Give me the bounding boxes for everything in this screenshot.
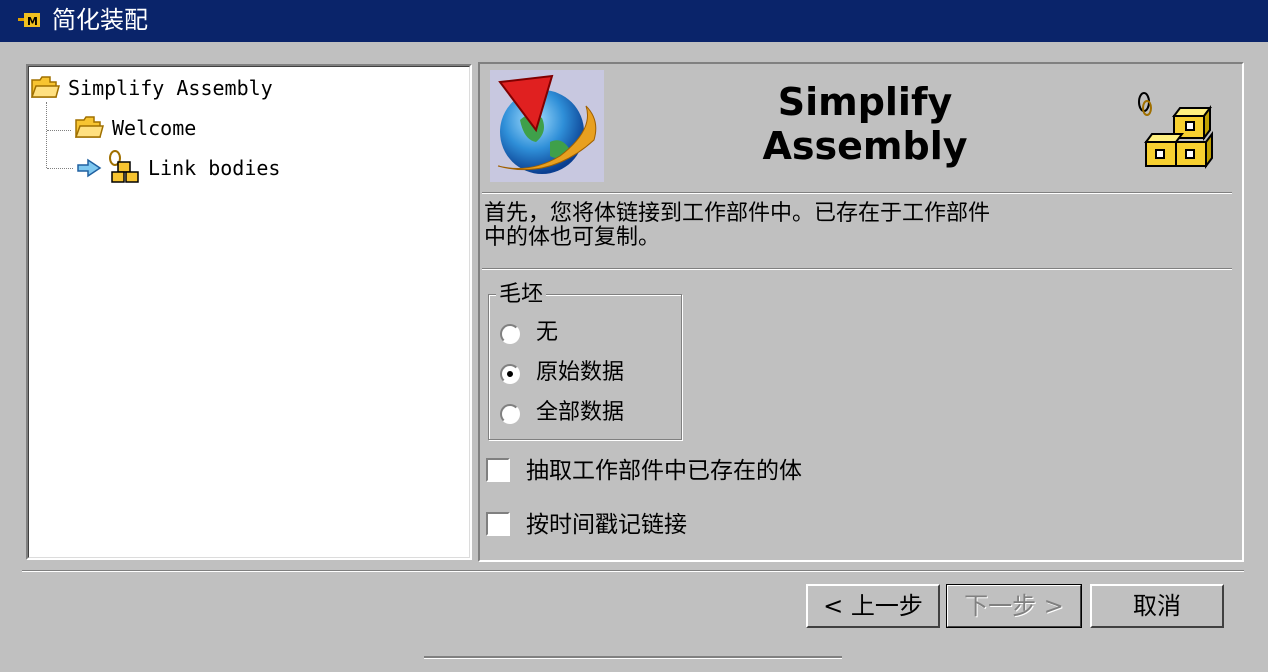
page-title: Simplify Assembly [700, 80, 1030, 168]
nx-app-icon[interactable]: M [18, 9, 42, 31]
tree-item-link-bodies[interactable]: Link bodies [148, 156, 280, 180]
tree-connector [47, 130, 71, 131]
svg-text:M: M [27, 15, 38, 28]
checkbox-label: 抽取工作部件中已存在的体 [526, 458, 802, 484]
tree-connector [46, 102, 47, 168]
folder-open-icon [74, 116, 104, 138]
radio-selected-dot [507, 371, 513, 377]
page-title-line2: Assembly [762, 124, 968, 168]
arrow-right-icon [77, 158, 102, 178]
description-text: 首先，您将体链接到工作部件中。已存在于工作部件 中的体也可复制。 [484, 202, 1134, 250]
nx-globe-logo [490, 70, 604, 182]
radio-button[interactable] [500, 364, 520, 384]
radio-button[interactable] [500, 404, 520, 424]
footer-separator [22, 570, 1244, 572]
radio-label: 全部数据 [536, 400, 625, 425]
assembly-blocks-icon [1138, 92, 1213, 169]
timestamp-link-checkbox[interactable] [486, 512, 510, 536]
tree-item-simplify-assembly[interactable]: Simplify Assembly [68, 76, 273, 100]
description-separator [482, 268, 1232, 270]
header-separator [482, 192, 1232, 194]
tree-item-welcome[interactable]: Welcome [112, 116, 196, 140]
radio-label: 无 [536, 320, 559, 345]
description-line: 中的体也可复制。 [484, 225, 661, 250]
extract-existing-bodies-checkbox[interactable] [486, 458, 510, 482]
title-bar: M 简化装配 [0, 0, 1268, 42]
cancel-button[interactable]: 取消 [1090, 584, 1224, 628]
radio-label: 原始数据 [536, 360, 625, 385]
checkbox-label: 按时间戳记链接 [526, 512, 687, 538]
description-line: 首先，您将体链接到工作部件中。已存在于工作部件 [484, 201, 991, 226]
folder-open-icon [30, 76, 60, 98]
window-title: 简化装配 [52, 6, 148, 34]
link-bodies-icon [109, 150, 139, 183]
next-button[interactable]: 下一步 > [946, 584, 1082, 628]
stock-group-title: 毛坯 [496, 282, 547, 308]
radio-button[interactable] [500, 324, 520, 344]
tree-connector [47, 168, 73, 169]
bottom-edge-grip [424, 656, 842, 659]
page-title-line1: Simplify [777, 80, 953, 124]
back-button[interactable]: < 上一步 [806, 584, 940, 628]
